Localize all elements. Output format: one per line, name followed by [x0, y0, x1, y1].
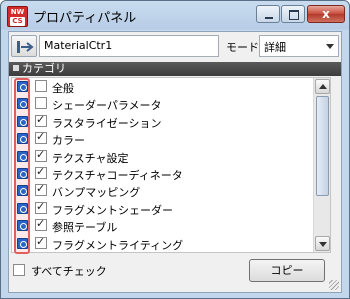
- item-checkbox[interactable]: [35, 235, 47, 249]
- link-icon[interactable]: [17, 185, 28, 197]
- panel-body: MaterialCtr1 モード： 詳細 カテゴリ 全般 シェーダーパラメータ: [8, 31, 342, 293]
- link-icon[interactable]: [17, 115, 28, 127]
- resize-grip[interactable]: [329, 280, 339, 290]
- list-item: テクスチャコーディネータ: [12, 165, 312, 182]
- maximize-button[interactable]: [281, 5, 305, 23]
- close-button[interactable]: x: [307, 5, 345, 23]
- link-icon[interactable]: [17, 202, 28, 214]
- item-label: 参照テーブル: [52, 221, 118, 235]
- list-item: テクスチャ設定: [12, 148, 312, 165]
- list-item: フラグメントシェーダー: [12, 200, 312, 217]
- link-icon[interactable]: [17, 133, 28, 145]
- item-checkbox[interactable]: [35, 148, 47, 162]
- list-item: バンプマッピング: [12, 182, 312, 199]
- minimize-button[interactable]: [256, 5, 280, 23]
- item-label: バンプマッピング: [52, 186, 141, 200]
- link-icon[interactable]: [17, 168, 28, 179]
- scroll-down-button[interactable]: [315, 236, 330, 251]
- select-target-button[interactable]: [11, 35, 37, 57]
- item-label: テクスチャコーディネータ: [52, 169, 183, 182]
- list-item: 参照テーブル: [12, 217, 312, 234]
- mode-select-value: 詳細: [264, 41, 286, 54]
- link-icon[interactable]: [17, 98, 28, 110]
- item-label: テクスチャ設定: [52, 151, 129, 165]
- item-checkbox[interactable]: [35, 182, 47, 197]
- item-label: フラグメントシェーダー: [52, 203, 173, 217]
- item-checkbox[interactable]: [35, 217, 47, 232]
- app-icon-line1: NW: [10, 8, 25, 16]
- item-checkbox[interactable]: [35, 113, 47, 127]
- chevron-down-icon: [326, 44, 334, 49]
- app-icon-line2: CS: [10, 17, 25, 26]
- check-all-label: すべてチェック: [31, 265, 107, 278]
- link-icon[interactable]: [17, 150, 28, 162]
- window-title: プロパティパネル: [33, 11, 137, 26]
- item-checkbox[interactable]: [35, 97, 47, 110]
- title-bar[interactable]: NW CS プロパティパネル x: [1, 1, 349, 31]
- mode-select[interactable]: 詳細: [259, 35, 339, 57]
- category-header[interactable]: カテゴリ: [9, 62, 341, 76]
- copy-button[interactable]: コピー: [249, 259, 325, 282]
- properties-window: NW CS プロパティパネル x MaterialCtr1 モード： 詳細 カテ…: [0, 0, 350, 299]
- scroll-up-button[interactable]: [315, 79, 330, 94]
- link-icon[interactable]: [17, 81, 28, 92]
- category-list: 全般 シェーダーパラメータ ラスタライゼーション カラー テクスチャ設定: [11, 77, 331, 254]
- item-label: 全般: [52, 82, 74, 95]
- item-label: フラグメントライティング: [52, 238, 184, 252]
- item-checkbox[interactable]: [35, 130, 47, 145]
- collapse-icon: [13, 65, 19, 71]
- check-all-checkbox[interactable]: [13, 264, 25, 276]
- list-item: ラスタライゼーション: [12, 113, 312, 130]
- item-checkbox[interactable]: [35, 200, 47, 214]
- item-label: ラスタライゼーション: [52, 116, 162, 130]
- list-item: 全般: [12, 78, 312, 95]
- vertical-scrollbar[interactable]: [313, 78, 330, 252]
- item-checkbox[interactable]: [35, 80, 47, 92]
- list-item: フラグメントライティング: [12, 235, 312, 252]
- item-checkbox[interactable]: [35, 165, 47, 179]
- list-item: カラー: [12, 130, 312, 147]
- list-item: シェーダーパラメータ: [12, 95, 312, 112]
- link-icon[interactable]: [17, 220, 28, 232]
- scroll-thumb[interactable]: [316, 96, 329, 196]
- header-row: MaterialCtr1 モード： 詳細: [9, 32, 341, 58]
- target-name-field[interactable]: MaterialCtr1: [39, 35, 219, 57]
- pick-icon: [17, 41, 34, 53]
- app-icon: NW CS: [7, 6, 28, 27]
- close-icon: x: [322, 7, 330, 21]
- item-label: カラー: [52, 134, 85, 148]
- footer-row: すべてチェック コピー: [9, 258, 341, 286]
- item-label: シェーダーパラメータ: [52, 99, 162, 113]
- category-title: カテゴリ: [22, 62, 66, 75]
- link-icon[interactable]: [17, 237, 28, 249]
